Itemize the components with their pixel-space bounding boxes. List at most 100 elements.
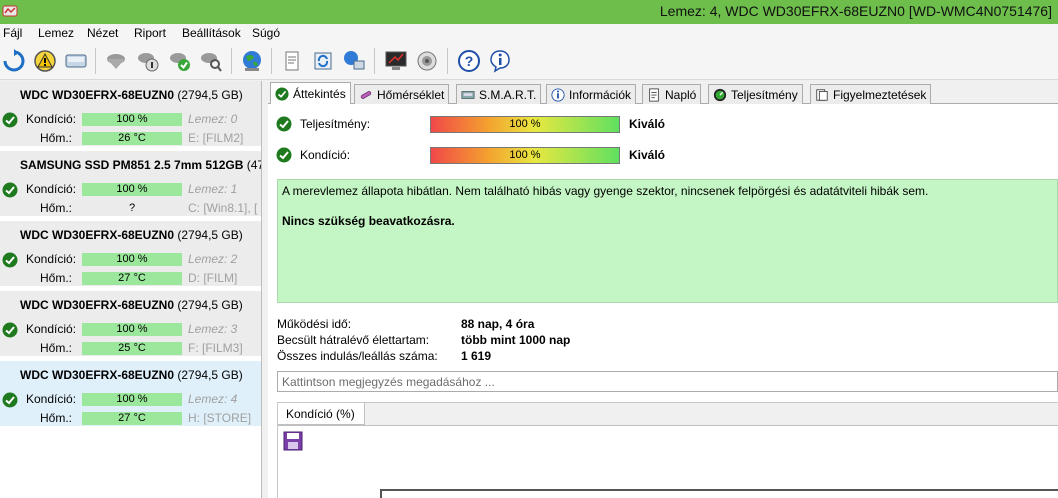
chart-area (278, 425, 1058, 498)
uptime-label: Működési idő: (277, 317, 352, 331)
tab-smart[interactable]: S.M.A.R.T. (456, 84, 542, 104)
uptime-value: 88 nap, 4 óra (461, 317, 535, 331)
monitor-icon[interactable] (382, 47, 410, 75)
disk-number: Lemez: 0 (188, 112, 238, 126)
condition-label: Kondíció: (26, 252, 77, 266)
disk-size: (2794,5 GB) (177, 368, 243, 382)
tab-label: Információk (569, 87, 632, 102)
note-input[interactable] (277, 371, 1058, 392)
menu-settings[interactable]: Beállítások (182, 26, 241, 40)
disk-size: (2794,5 GB) (177, 228, 243, 242)
condition-bar: 100 % (82, 183, 182, 196)
status-ok-icon (2, 252, 18, 268)
thermometer-icon (360, 90, 372, 99)
temperature-label: Hőm.: (40, 131, 73, 145)
performance-icon (713, 88, 727, 101)
disk-size: (2794,5 GB) (177, 88, 243, 102)
info-icon[interactable] (486, 47, 514, 75)
disk-tool-icon[interactable] (102, 47, 130, 75)
start-stop-label: Összes indulás/leállás száma: (277, 349, 438, 363)
toolbar-separator (231, 48, 232, 74)
save-icon[interactable] (283, 431, 303, 451)
disk-name: WDC WD30EFRX-68EUZN0 (20, 298, 175, 312)
disk-title: WDC WD30EFRX-68EUZN0 (2794,5 GB) (20, 228, 243, 242)
condition-bar: 100 % (82, 323, 182, 336)
tab-label: Teljesítmény (731, 87, 798, 102)
status-ok-icon (2, 322, 18, 338)
disk-entry-3[interactable]: WDC WD30EFRX-68EUZN0 (2794,5 GB) Kondíci… (0, 291, 261, 358)
network-icon[interactable] (340, 47, 368, 75)
disk-entry-1[interactable]: SAMSUNG SSD PM851 2.5 7mm 512GB (47 Kond… (0, 151, 261, 218)
start-stop-row: Összes indulás/leállás száma: 1 619 (277, 349, 491, 363)
toolbar: ? (0, 42, 1058, 80)
temperature-label: Hőm.: (40, 341, 73, 355)
tab-log[interactable]: Napló (642, 84, 702, 104)
disk-name: SAMSUNG SSD PM851 2.5 7mm 512GB (20, 158, 244, 172)
tab-label: Figyelmeztetések (833, 87, 927, 102)
menu-report[interactable]: Riport (134, 26, 166, 40)
disk-icon[interactable] (62, 47, 90, 75)
disk-entry-4[interactable]: WDC WD30EFRX-68EUZN0 (2794,5 GB) Kondíci… (0, 361, 261, 428)
condition-label: Kondíció: (26, 322, 77, 336)
overview-panel: Teljesítmény: 100 % Kiváló Kondíció: 100… (268, 104, 1058, 498)
menu-disk[interactable]: Lemez (38, 26, 74, 40)
condition-label: Kondíció: (26, 392, 77, 406)
tab-information[interactable]: Információk (546, 84, 637, 104)
drive-letter: F: [FILM3] (188, 341, 243, 355)
temperature-label: Hőm.: (40, 201, 73, 215)
toolbar-separator (374, 48, 375, 74)
speaker-icon[interactable] (413, 47, 441, 75)
disk-name: WDC WD30EFRX-68EUZN0 (20, 88, 175, 102)
start-stop-value: 1 619 (461, 349, 492, 363)
menu-file[interactable]: Fájl (3, 26, 22, 40)
disk-info-icon[interactable] (134, 47, 162, 75)
condition-bar: 100 % (430, 147, 620, 164)
tab-performance[interactable]: Teljesítmény (708, 84, 803, 104)
disk-title: WDC WD30EFRX-68EUZN0 (2794,5 GB) (20, 298, 243, 312)
condition-bar: 100 % (82, 113, 182, 126)
disk-title: WDC WD30EFRX-68EUZN0 (2794,5 GB) (20, 88, 243, 102)
globe-icon[interactable] (238, 47, 266, 75)
menu-view[interactable]: Nézet (87, 26, 118, 40)
sync-icon[interactable] (309, 47, 337, 75)
menu-help[interactable]: Súgó (252, 26, 280, 40)
uptime-row: Működési idő: 88 nap, 4 óra (277, 317, 534, 331)
performance-grade: Kiváló (629, 117, 666, 131)
remaining-life-value: több mint 1000 nap (461, 333, 571, 347)
disk-check-icon[interactable] (166, 47, 194, 75)
disk-scan-icon[interactable] (197, 47, 225, 75)
status-ok-icon (276, 147, 292, 163)
disk-name: WDC WD30EFRX-68EUZN0 (20, 228, 175, 242)
condition-bar: 100 % (82, 393, 182, 406)
tab-temperature[interactable]: Hőmérséklet (354, 84, 450, 104)
disk-size: (47 (246, 158, 261, 172)
status-ok-icon (2, 392, 18, 408)
performance-bar: 100 % (430, 116, 620, 133)
app-logo-icon (2, 5, 18, 17)
drive-letter: H: [STORE] (188, 411, 252, 425)
menu-bar: Fájl Lemez Nézet Riport Beállítások Súgó (0, 24, 1058, 42)
disk-entry-0[interactable]: WDC WD30EFRX-68EUZN0 (2794,5 GB) Kondíci… (0, 81, 261, 148)
log-icon (649, 87, 659, 102)
toolbar-separator (95, 48, 96, 74)
tab-overview[interactable]: Áttekintés (270, 82, 351, 105)
tab-condition-chart[interactable]: Kondíció (%) (278, 403, 365, 425)
help-icon[interactable]: ? (455, 47, 483, 75)
chart-frame (380, 489, 1058, 498)
condition-chart-panel: Kondíció (%) (277, 402, 1058, 498)
disk-size: (2794,5 GB) (177, 298, 243, 312)
status-ok-icon (2, 182, 18, 198)
title-bar: Lemez: 4, WDC WD30EFRX-68EUZN0 [WD-WMC4N… (0, 0, 1058, 24)
tab-alerts[interactable]: Figyelmeztetések (810, 84, 932, 104)
warning-icon[interactable] (31, 47, 59, 75)
disk-entry-2[interactable]: WDC WD30EFRX-68EUZN0 (2794,5 GB) Kondíci… (0, 221, 261, 288)
refresh-icon[interactable] (0, 47, 28, 75)
drive-letter: C: [Win8.1], [ (188, 201, 258, 215)
tab-strip: Áttekintés Hőmérséklet S.M.A.R.T. Inform… (268, 82, 1058, 105)
tab-label: Napló (665, 87, 697, 102)
status-ok-icon (2, 112, 18, 128)
report-icon[interactable] (278, 47, 306, 75)
performance-label: Teljesítmény: (300, 117, 371, 131)
check-icon (275, 87, 289, 101)
disk-name: WDC WD30EFRX-68EUZN0 (20, 368, 175, 382)
